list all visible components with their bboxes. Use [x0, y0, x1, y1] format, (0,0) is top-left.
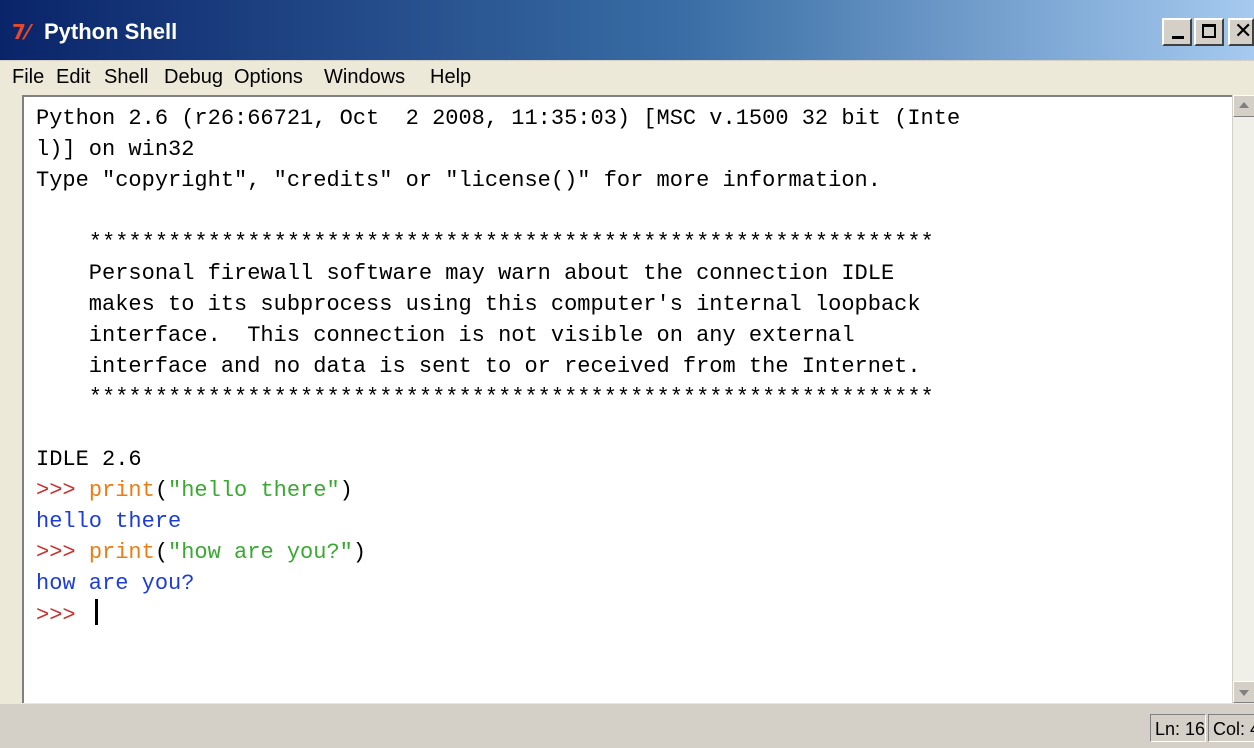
paren: )	[352, 540, 367, 565]
input-line: >>> print("hello there")	[36, 475, 960, 506]
builtin-keyword: print	[88, 540, 155, 565]
menu-file[interactable]: File	[12, 63, 44, 91]
status-bar: Ln: 16 Col: 4	[0, 704, 1254, 748]
minimize-button[interactable]	[1162, 18, 1192, 46]
maximize-icon	[1202, 24, 1216, 38]
window-title: Python Shell	[44, 19, 178, 44]
string-literal: "how are you?"	[168, 540, 353, 565]
banner-line: Type "copyright", "credits" or "license(…	[36, 168, 881, 193]
paren: (	[154, 478, 169, 503]
title-bar[interactable]: 7⁄ Python Shell ✕	[0, 0, 1254, 61]
prompt: >>>	[36, 603, 89, 628]
output-line: how are you?	[36, 571, 195, 596]
input-line-current[interactable]: >>>	[36, 599, 960, 630]
idle-version: IDLE 2.6	[36, 447, 142, 472]
scroll-up-button[interactable]	[1233, 95, 1254, 117]
close-button[interactable]: ✕	[1228, 18, 1254, 46]
status-line-number: Ln: 16	[1150, 714, 1206, 742]
menu-debug[interactable]: Debug	[164, 63, 223, 91]
menu-options[interactable]: Options	[234, 63, 303, 91]
menu-help[interactable]: Help	[430, 63, 471, 91]
input-line: >>> print("how are you?")	[36, 537, 960, 568]
warning-line: ****************************************…	[36, 230, 934, 255]
prompt: >>>	[36, 540, 89, 565]
tk-icon: 7⁄	[12, 20, 30, 44]
menu-edit[interactable]: Edit	[56, 63, 90, 91]
prompt: >>>	[36, 478, 89, 503]
menu-bar: File Edit Shell Debug Options Windows He…	[0, 61, 1254, 93]
paren: )	[339, 478, 353, 503]
warning-line: ****************************************…	[36, 385, 934, 410]
output-line: hello there	[36, 509, 182, 534]
text-cursor	[94, 599, 98, 625]
minimize-icon	[1172, 36, 1184, 39]
close-icon: ✕	[1234, 19, 1253, 44]
scroll-down-button[interactable]	[1233, 681, 1254, 703]
menu-windows[interactable]: Windows	[324, 63, 405, 91]
status-column-number: Col: 4	[1208, 714, 1254, 742]
vertical-scrollbar[interactable]	[1232, 95, 1254, 703]
shell-text-area[interactable]: Python 2.6 (r26:66721, Oct 2 2008, 11:35…	[22, 95, 1232, 703]
banner-line: Python 2.6 (r26:66721, Oct 2 2008, 11:35…	[36, 106, 961, 131]
banner-line: l)] on win32	[36, 137, 195, 162]
menu-shell[interactable]: Shell	[104, 63, 148, 91]
builtin-keyword: print	[88, 478, 155, 503]
paren: (	[154, 540, 169, 565]
arrow-up-icon	[1239, 102, 1249, 108]
maximize-button[interactable]	[1194, 18, 1224, 46]
warning-line: Personal firewall software may warn abou…	[36, 261, 895, 286]
string-literal: "hello there"	[168, 478, 340, 503]
shell-output: Python 2.6 (r26:66721, Oct 2 2008, 11:35…	[36, 103, 960, 630]
warning-line: interface. This connection is not visibl…	[36, 323, 855, 348]
arrow-down-icon	[1239, 690, 1249, 696]
warning-line: makes to its subprocess using this compu…	[36, 292, 921, 317]
warning-line: interface and no data is sent to or rece…	[36, 354, 921, 379]
